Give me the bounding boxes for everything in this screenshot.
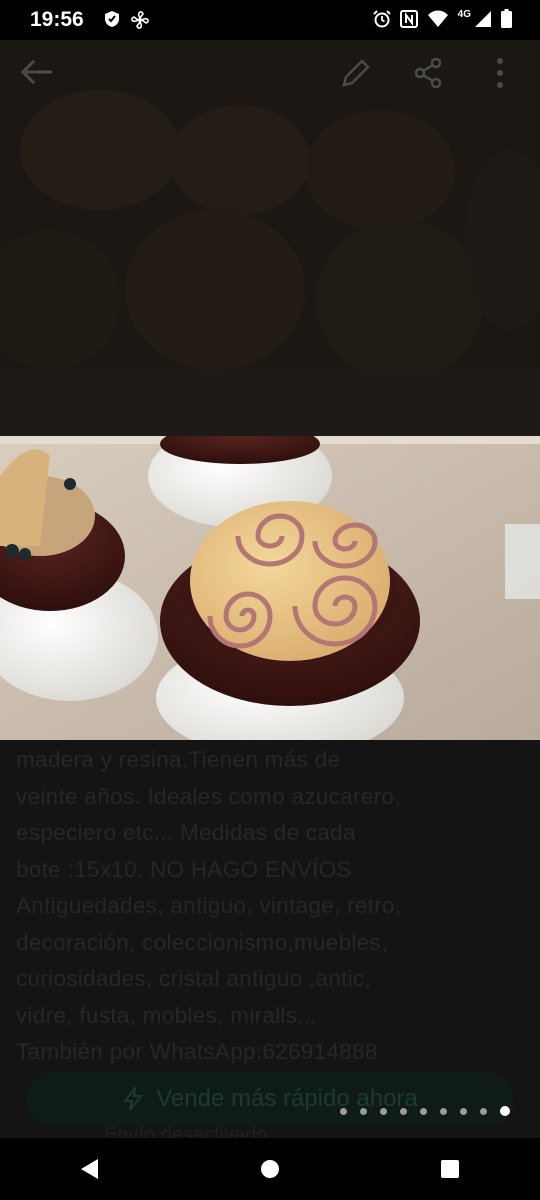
more-icon[interactable] — [494, 55, 506, 91]
fan-icon — [131, 11, 149, 29]
description-line: También por WhatsApp:626914888 — [16, 1039, 378, 1064]
recents-square-icon — [441, 1160, 459, 1178]
nav-home-button[interactable] — [240, 1139, 300, 1199]
wifi-icon — [427, 10, 448, 27]
signal-icon — [475, 10, 491, 27]
status-right-icons: 4G — [372, 9, 512, 28]
description-line: curiosidades, cristal antiguo ,antic, — [16, 966, 372, 991]
alarm-icon — [372, 9, 391, 27]
description-line: vidre, fusta, mobles, miralls... — [16, 1002, 317, 1028]
description-line: bote :15x10. NO HAGO ENVÍOS — [16, 856, 352, 882]
photo-art — [0, 436, 540, 740]
back-arrow-icon[interactable] — [20, 59, 54, 85]
home-circle-icon — [261, 1160, 279, 1178]
status-time: 19:56 — [30, 8, 84, 31]
description-line: madera y resina.Tienen más de — [16, 747, 341, 772]
shield-icon — [105, 11, 119, 27]
nav-back-button[interactable] — [60, 1139, 120, 1199]
description-line: especiero etc... Medidas de cada — [16, 820, 356, 845]
battery-icon — [501, 9, 512, 28]
edit-icon[interactable] — [340, 57, 372, 89]
pager-dot[interactable] — [380, 1107, 387, 1115]
back-triangle-icon — [81, 1159, 98, 1179]
nav-recents-button[interactable] — [420, 1139, 480, 1199]
status-bar: 19:56 4G — [0, 0, 540, 40]
pager-dot[interactable] — [420, 1107, 427, 1115]
gallery-pager — [340, 1106, 510, 1116]
gallery-photo[interactable] — [0, 436, 540, 740]
description-line: decoración, coleccionismo,muebles, — [16, 929, 388, 955]
pager-dot[interactable] — [440, 1107, 447, 1115]
nfc-icon — [399, 9, 418, 28]
network-type: 4G — [457, 9, 471, 20]
lightning-icon — [123, 1087, 144, 1111]
listing-description: madera y resina.Tienen más de veinte año… — [16, 742, 526, 1071]
pager-dot[interactable] — [460, 1107, 467, 1115]
description-line: Antiguedades, antiguo, vintage, retro, — [16, 893, 402, 918]
pager-dot[interactable] — [480, 1107, 487, 1115]
share-icon[interactable] — [412, 57, 444, 89]
pager-dot[interactable] — [360, 1107, 367, 1115]
system-nav-bar — [0, 1138, 540, 1200]
sell-faster-button[interactable]: Vende más rápido ahora — [26, 1072, 514, 1126]
status-left-icons — [104, 10, 150, 30]
pager-dot-active[interactable] — [500, 1106, 510, 1116]
pager-dot[interactable] — [340, 1107, 347, 1115]
toolbar — [0, 45, 540, 101]
description-line: veinte años. Ideales como azucarero, — [16, 783, 401, 809]
pager-dot[interactable] — [400, 1107, 407, 1115]
